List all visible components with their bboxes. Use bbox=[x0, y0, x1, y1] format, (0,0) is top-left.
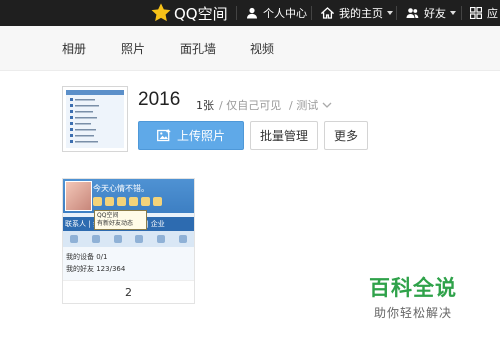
upload-photo-button[interactable]: 上传照片 bbox=[138, 121, 244, 150]
photo-device-line: 我的设备 0/1 bbox=[66, 253, 108, 261]
tab-photos[interactable]: 照片 bbox=[121, 40, 145, 57]
divider bbox=[236, 6, 237, 20]
photo-thumbnail[interactable]: 今天心情不错。 联系人 | 会话 | 群/讨论组 | 企业 我的设备 0/1 我… bbox=[63, 179, 194, 280]
chevron-down-icon bbox=[387, 11, 393, 15]
watermark-title: 百科全说 bbox=[369, 276, 457, 300]
divider bbox=[311, 6, 312, 20]
friends-icon bbox=[406, 8, 419, 18]
my-home-link[interactable]: 我的主页 bbox=[321, 0, 393, 26]
watermark-subtitle: 助你轻松解决 bbox=[373, 306, 452, 320]
photo-status-icons bbox=[93, 197, 162, 206]
chevron-down-icon bbox=[322, 102, 332, 108]
more-button[interactable]: 更多 bbox=[324, 121, 368, 150]
tab-videos[interactable]: 视频 bbox=[250, 40, 274, 57]
grid-icon bbox=[470, 7, 482, 19]
friends-menu[interactable]: 好友 bbox=[406, 0, 456, 26]
album-visibility: / 仅自己可见 bbox=[219, 99, 282, 112]
photo-mood-text: 今天心情不错。 bbox=[93, 184, 149, 193]
photo-avatar bbox=[65, 181, 92, 211]
photo-tooltip-body: 有新好友动态 bbox=[97, 220, 134, 227]
cover-image bbox=[66, 90, 124, 143]
apps-menu[interactable]: 应 bbox=[470, 0, 498, 26]
image-upload-icon bbox=[157, 129, 171, 142]
photo-card[interactable]: 今天心情不错。 联系人 | 会话 | 群/讨论组 | 企业 我的设备 0/1 我… bbox=[62, 178, 195, 304]
divider bbox=[461, 6, 462, 20]
photo-icon-row bbox=[63, 231, 194, 247]
photo-friend-line: 我的好友 123/364 bbox=[66, 265, 126, 273]
batch-manage-button[interactable]: 批量管理 bbox=[250, 121, 318, 150]
star-icon bbox=[151, 3, 171, 22]
photo-list: 我的设备 0/1 我的好友 123/364 bbox=[63, 247, 194, 280]
logo-text: QQ空间 bbox=[174, 4, 228, 23]
photo-count-number: 1 bbox=[196, 99, 203, 112]
tab-face-wall[interactable]: 面孔墙 bbox=[180, 40, 216, 57]
album-category-label: / 测试 bbox=[289, 99, 319, 112]
home-icon bbox=[321, 7, 334, 19]
profile-center-link[interactable]: 个人中心 bbox=[246, 0, 307, 26]
tab-albums[interactable]: 相册 bbox=[62, 40, 86, 57]
chevron-down-icon bbox=[450, 11, 456, 15]
user-icon bbox=[247, 7, 257, 19]
album-cover[interactable] bbox=[62, 86, 128, 152]
album-title: 2016 bbox=[138, 89, 181, 110]
apps-label: 应 bbox=[487, 7, 498, 20]
photo-tooltip: QQ空间 有新好友动态 bbox=[94, 210, 147, 230]
divider bbox=[396, 6, 397, 20]
qzone-logo[interactable]: QQ空间 bbox=[150, 2, 228, 24]
friends-label: 好友 bbox=[424, 7, 446, 20]
album-subnav: 相册 照片 面孔墙 视频 bbox=[0, 26, 500, 71]
top-bar: QQ空间 个人中心 我的主页 好友 应 bbox=[0, 0, 500, 26]
album-category-dropdown[interactable]: / 测试 bbox=[289, 97, 332, 113]
photo-count: 1张 bbox=[196, 97, 214, 113]
profile-center-label: 个人中心 bbox=[263, 7, 307, 20]
photo-count-unit: 张 bbox=[203, 99, 214, 112]
upload-photo-label: 上传照片 bbox=[176, 129, 225, 143]
album-cover-thumbnail bbox=[66, 90, 124, 148]
my-home-label: 我的主页 bbox=[339, 7, 383, 20]
photo-tooltip-title: QQ空间 bbox=[97, 212, 119, 219]
watermark: 百科全说 助你轻松解决 bbox=[350, 265, 476, 325]
photo-caption[interactable]: 2 bbox=[63, 280, 194, 303]
